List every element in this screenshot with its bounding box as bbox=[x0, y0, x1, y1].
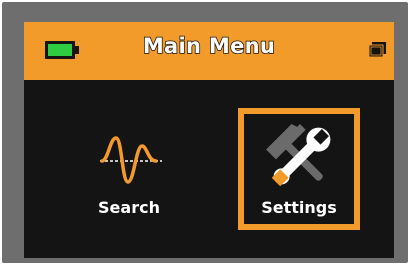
device-screen: Main Menu Search Settings bbox=[24, 22, 394, 258]
menu-item-label: Search bbox=[98, 198, 160, 217]
wrench-hammer-icon bbox=[266, 124, 331, 187]
sd-card-icon bbox=[369, 42, 386, 58]
menu-item-search[interactable]: Search bbox=[76, 108, 182, 230]
menu-item-settings[interactable]: Settings bbox=[238, 108, 360, 230]
page-title: Main Menu bbox=[142, 33, 276, 59]
header-bar: Main Menu bbox=[24, 22, 394, 80]
menu-item-label: Settings bbox=[261, 198, 337, 217]
waveform-icon bbox=[100, 136, 162, 184]
device-bezel: Main Menu Search Settings bbox=[2, 2, 408, 263]
